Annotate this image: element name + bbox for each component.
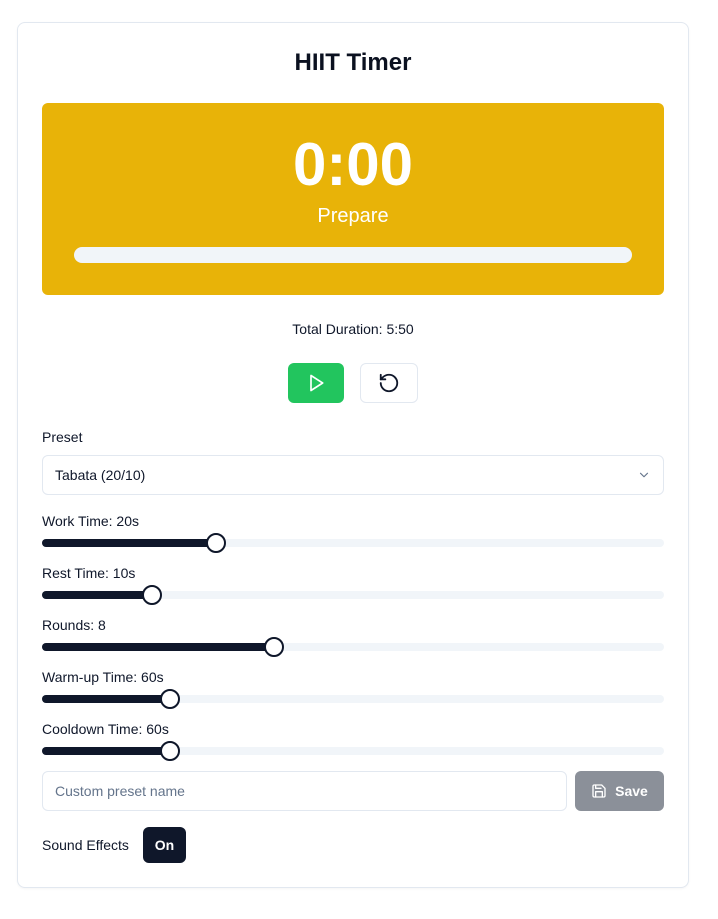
rest-time-label: Rest Time: 10s: [42, 565, 136, 581]
save-preset-button[interactable]: Save: [575, 771, 664, 811]
rounds-label: Rounds: 8: [42, 617, 106, 633]
play-button[interactable]: [288, 363, 344, 403]
chevron-down-icon: [639, 472, 649, 478]
slider-range: [42, 643, 274, 651]
slider-range: [42, 591, 153, 599]
rounds-slider[interactable]: [42, 637, 664, 657]
reset-button[interactable]: [360, 363, 418, 403]
timer-display: 0:00 Prepare: [42, 103, 664, 295]
preset-select[interactable]: Tabata (20/10): [42, 455, 664, 495]
work-time-label: Work Time: 20s: [42, 513, 139, 529]
play-icon: [310, 374, 324, 392]
slider-range: [42, 539, 217, 547]
slider-thumb[interactable]: [160, 741, 181, 761]
slider-range: [42, 695, 171, 703]
time-readout: 0:00: [292, 131, 414, 198]
work-time-slider[interactable]: [42, 533, 664, 553]
sound-toggle-button[interactable]: On: [143, 827, 186, 863]
slider-thumb[interactable]: [160, 689, 181, 709]
save-icon: [592, 784, 606, 798]
phase-label: Prepare: [317, 205, 389, 227]
timer-card: HIIT Timer 0:00 Prepare Total Duration: …: [17, 22, 689, 888]
warmup-time-slider[interactable]: [42, 689, 664, 709]
total-duration: Total Duration: 5:50: [292, 321, 414, 337]
timer-controls: [18, 363, 688, 403]
slider-thumb[interactable]: [206, 533, 227, 553]
rest-time-slider[interactable]: [42, 585, 664, 605]
save-label: Save: [615, 783, 648, 799]
page-title: HIIT Timer: [294, 49, 412, 76]
custom-preset-name-input[interactable]: [42, 771, 567, 811]
progress-bar: [74, 247, 632, 263]
reset-icon: [379, 373, 399, 393]
slider-range: [42, 747, 171, 755]
preset-label: Preset: [42, 429, 83, 445]
warmup-time-label: Warm-up Time: 60s: [42, 669, 164, 685]
slider-thumb[interactable]: [142, 585, 163, 605]
sound-effects-label: Sound Effects: [42, 837, 129, 853]
cooldown-time-slider[interactable]: [42, 741, 664, 761]
slider-thumb[interactable]: [264, 637, 284, 657]
preset-selected-value: Tabata (20/10): [55, 467, 146, 483]
cooldown-time-label: Cooldown Time: 60s: [42, 721, 169, 737]
